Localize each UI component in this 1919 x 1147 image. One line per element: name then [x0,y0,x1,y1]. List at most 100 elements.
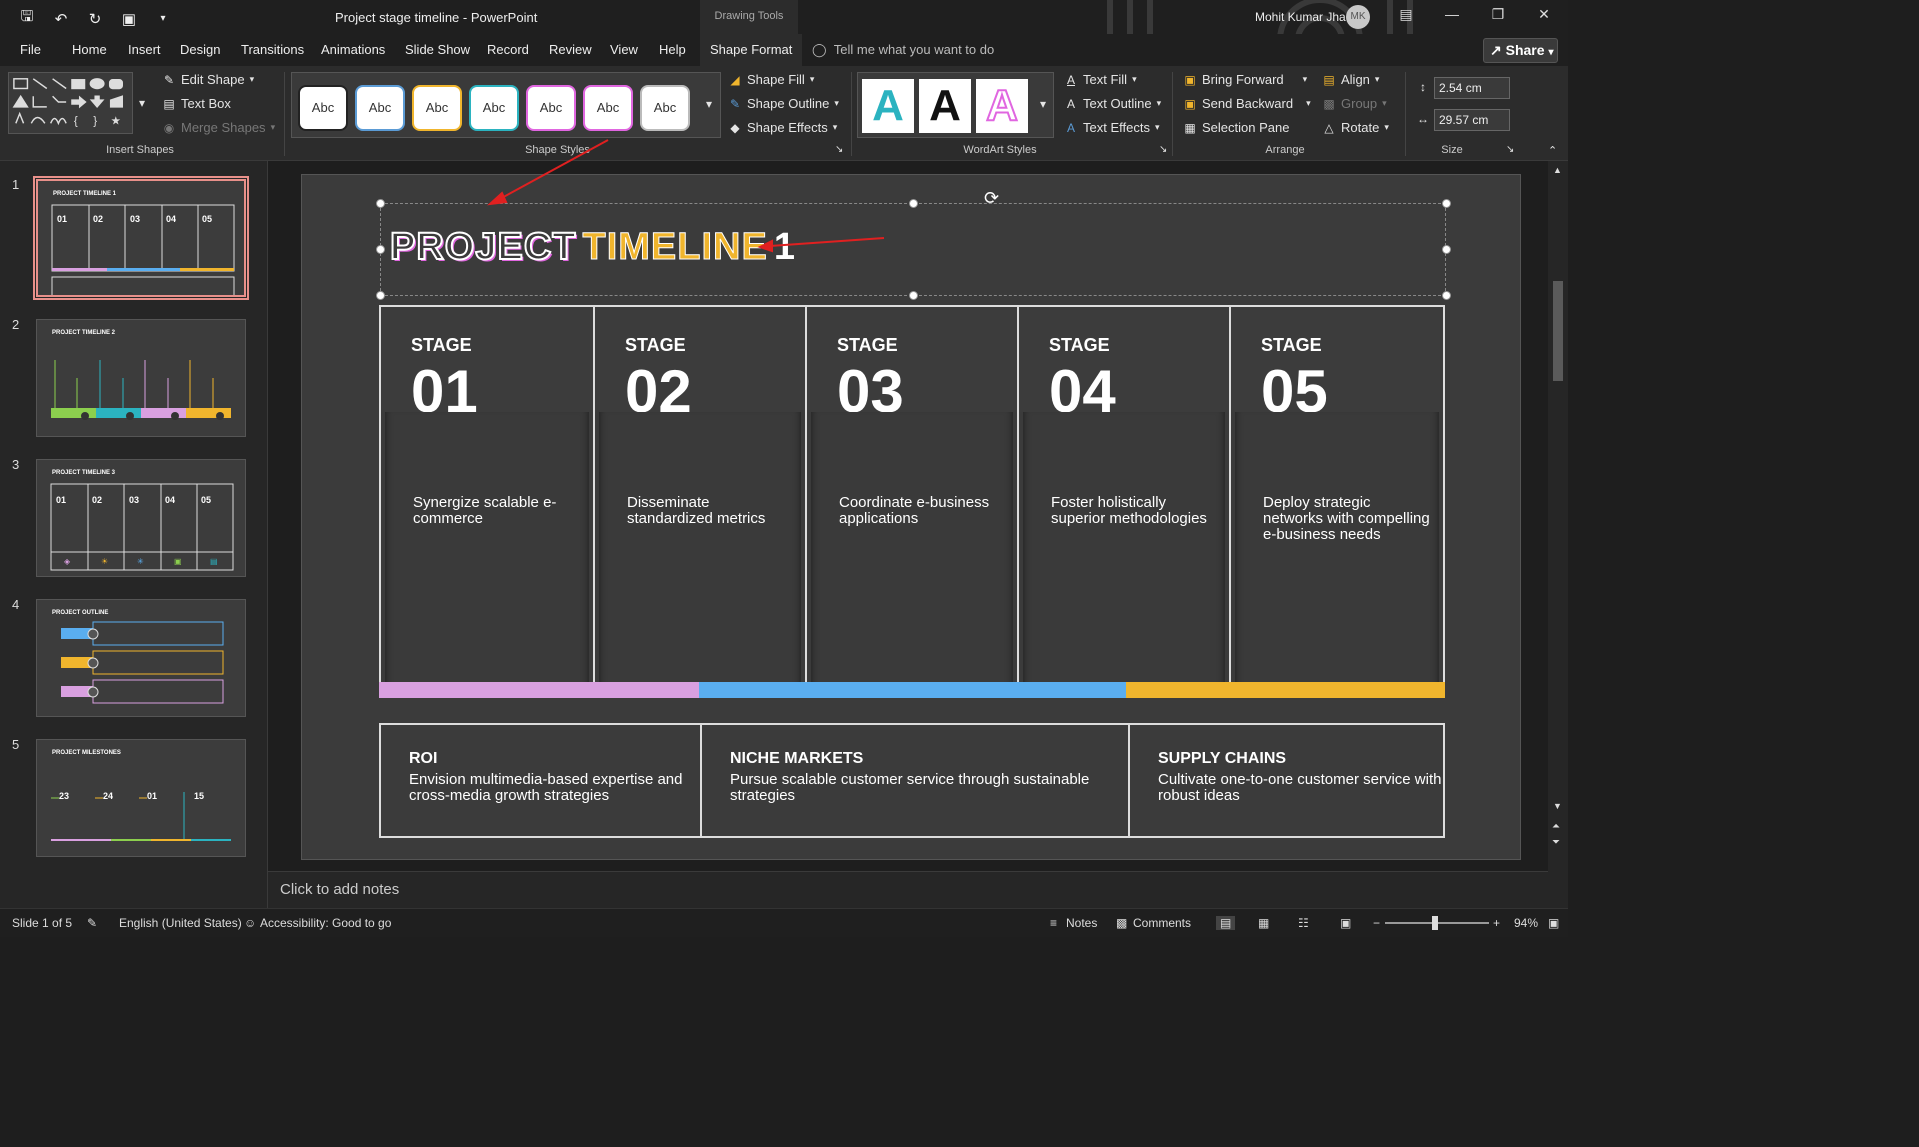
stages-table[interactable]: STAGE 01 Synergize scalable e-commerce S… [379,305,1445,698]
wordart-more-button[interactable]: ▾ [1036,97,1050,111]
customize-qat-icon[interactable]: ▾ [154,13,172,24]
stage-column[interactable]: STAGE 05 Deploy strategic networks with … [1231,307,1443,698]
scrollbar-thumb[interactable] [1553,281,1563,381]
rotate-button[interactable]: △ Rotate ▾ [1322,120,1388,135]
shape-style-3[interactable]: Abc [412,85,462,131]
notes-button[interactable]: Notes [1066,916,1097,930]
stage-column[interactable]: STAGE 04 Foster holistically superior me… [1019,307,1231,698]
align-button[interactable]: ▤ Align ▾ [1322,72,1379,87]
shape-outline-button[interactable]: ✎ Shape Outline ▾ [728,96,839,111]
undo-icon[interactable]: ↶ [52,10,70,28]
avatar[interactable]: MK [1346,5,1370,29]
notes-pane[interactable]: Click to add notes [268,871,1548,908]
shape-effects-button[interactable]: ◆ Shape Effects ▾ [728,120,837,135]
next-slide-icon[interactable]: ⏷ [1552,837,1560,848]
resize-handle[interactable] [1442,245,1451,254]
shape-width-input[interactable]: 29.57 cm [1434,109,1510,131]
edit-shape-button[interactable]: ✎ Edit Shape ▾ [162,72,254,87]
shape-height-input[interactable]: 2.54 cm [1434,77,1510,99]
accessibility-status[interactable]: Accessibility: Good to go [260,916,391,930]
wordart-style-2[interactable]: A [919,79,971,133]
text-box-button[interactable]: ▤ Text Box [162,96,231,111]
tab-transitions[interactable]: Transitions [241,42,304,57]
zoom-level[interactable]: 94% [1514,916,1538,930]
resize-handle[interactable] [1442,199,1451,208]
shape-style-6[interactable]: Abc [583,85,633,131]
comments-button[interactable]: Comments [1133,916,1191,930]
stage-column[interactable]: STAGE 02 Disseminate standardized metric… [595,307,807,698]
send-backward-button[interactable]: ▣ Send Backward ▾ [1183,96,1310,111]
slide-sorter-icon[interactable]: ▦ [1258,916,1269,930]
user-name[interactable]: Mohit Kumar Jha [1255,10,1346,24]
size-dialog-launcher[interactable]: ↘ [1506,144,1514,155]
minimize-icon[interactable]: — [1442,6,1462,22]
shape-styles-dialog-launcher[interactable]: ↘ [835,144,843,155]
slide-thumbnail-3[interactable]: 01 02 03 04 05 ◈ ☀ ✳ ▣ ▤ PROJECT TIMELINE 3 [36,459,246,577]
wordart-dialog-launcher[interactable]: ↘ [1159,144,1167,155]
vertical-scrollbar[interactable]: ▲ ▼ ⏶ ⏷ [1548,161,1568,908]
resize-handle[interactable] [376,291,385,300]
resize-handle[interactable] [376,199,385,208]
shapes-gallery-more-button[interactable]: ▾ [135,96,149,110]
wordart-style-3[interactable]: A [976,79,1028,133]
shape-styles-gallery[interactable]: Abc Abc Abc Abc Abc Abc Abc ▾ [291,72,721,138]
shape-styles-more-button[interactable]: ▾ [702,97,716,111]
slide-thumbnail-4[interactable]: PROJECT OUTLINE [36,599,246,717]
summary-cell-supply-chains[interactable]: SUPPLY CHAINS Cultivate one-to-one custo… [1130,725,1443,836]
text-effects-button[interactable]: A Text Effects ▾ [1064,120,1160,135]
resize-handle[interactable] [909,199,918,208]
tab-slide-show[interactable]: Slide Show [405,42,470,57]
language[interactable]: English (United States) [119,916,242,930]
save-icon[interactable]: 🖫 [18,6,36,31]
slide-thumbnail-1[interactable]: 01 02 03 04 05 PROJECT TIMELINE 1 [33,176,249,300]
shape-style-7[interactable]: Abc [640,85,690,131]
shape-style-4[interactable]: Abc [469,85,519,131]
wordart-gallery[interactable]: A A A ▾ [857,72,1054,138]
scroll-up-icon[interactable]: ▲ [1553,165,1562,175]
group-button[interactable]: ▩ Group ▾ [1322,96,1386,111]
tab-insert[interactable]: Insert [128,42,161,57]
slide-show-icon[interactable]: ▣ [1340,916,1351,930]
normal-view-icon[interactable]: ▤ [1216,916,1236,930]
slide-thumbnail-2[interactable]: PROJECT TIMELINE 2 [36,319,246,437]
shape-fill-button[interactable]: ◢ Shape Fill ▾ [728,72,814,87]
tab-file[interactable]: File [20,42,41,57]
summary-cell-roi[interactable]: ROI Envision multimedia-based expertise … [381,725,702,836]
tab-help[interactable]: Help [659,42,686,57]
bring-forward-button[interactable]: ▣ Bring Forward ▾ [1183,72,1307,87]
wordart-style-1[interactable]: A [862,79,914,133]
scroll-down-icon[interactable]: ▼ [1553,801,1562,811]
tab-shape-format[interactable]: Shape Format [700,34,803,66]
rotate-handle-icon[interactable]: ⟳ [984,188,999,209]
zoom-out-icon[interactable]: − [1373,916,1380,930]
shape-style-5[interactable]: Abc [526,85,576,131]
summary-table[interactable]: ROI Envision multimedia-based expertise … [379,723,1445,838]
tab-animations[interactable]: Animations [321,42,385,57]
tell-me-search[interactable]: ◯ Tell me what you want to do [812,42,994,58]
reading-view-icon[interactable]: ☷ [1298,916,1309,930]
selection-pane-button[interactable]: ▦ Selection Pane [1183,120,1289,135]
color-bar-blue[interactable] [699,682,1126,698]
tab-view[interactable]: View [610,42,638,57]
color-bar-yellow[interactable] [1126,682,1445,698]
previous-slide-icon[interactable]: ⏶ [1552,821,1560,832]
slide-canvas[interactable]: ⟳ PROJECT TIMELINE 1 STAGE 01 Synergize sc… [301,174,1521,860]
resize-handle[interactable] [1442,291,1451,300]
summary-cell-niche-markets[interactable]: NICHE MARKETS Pursue scalable customer s… [702,725,1130,836]
spellcheck-icon[interactable]: ✎ [87,916,97,930]
stage-column[interactable]: STAGE 03 Coordinate e-business applicati… [807,307,1019,698]
ribbon-display-icon[interactable]: ▤ [1396,6,1416,23]
color-bar-pink[interactable] [379,682,699,698]
zoom-in-icon[interactable]: + [1493,916,1500,930]
present-icon[interactable]: ▣ [120,10,138,28]
tab-record[interactable]: Record [487,42,529,57]
redo-icon[interactable]: ↻ [86,10,104,28]
share-button[interactable]: ↗ Share ▾ [1483,38,1558,63]
stage-column[interactable]: STAGE 01 Synergize scalable e-commerce [381,307,595,698]
tab-review[interactable]: Review [549,42,592,57]
zoom-slider-knob[interactable] [1432,916,1438,930]
merge-shapes-button[interactable]: ◉ Merge Shapes ▾ [162,120,275,135]
close-icon[interactable]: ✕ [1534,6,1554,23]
restore-icon[interactable]: ❐ [1488,6,1508,23]
tab-home[interactable]: Home [72,42,107,57]
